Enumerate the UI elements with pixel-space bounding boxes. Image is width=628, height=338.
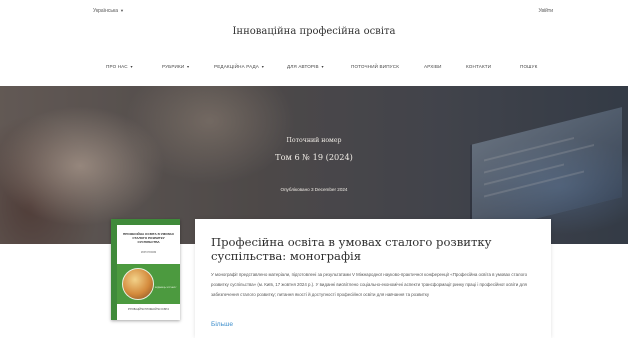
cover-subtitle: МОНОГРАФІЯ: [140, 252, 157, 254]
published-date: Опубліковано 3 December 2024: [280, 187, 348, 192]
main-navigation: ПРО НАС ▼ РУБРИКИ ▼ РЕДАКЦІЙНА РАДА ▼ ДЛЯ А…: [0, 64, 628, 74]
site-title[interactable]: Інноваційна професійна освіта: [0, 26, 628, 37]
cover-title: ПРОФЕСІЙНА ОСВІТА В УМОВАХ СТАЛОГО РОЗВИ…: [123, 232, 174, 244]
chevron-down-icon: ▼: [186, 65, 191, 69]
nav-item-label: ПОШУК: [520, 64, 538, 69]
article-title[interactable]: Професійна освіта в умовах сталого розви…: [211, 235, 531, 264]
read-more-link[interactable]: Більше: [211, 321, 233, 328]
cover-top-band: [111, 219, 180, 225]
chevron-down-icon: ▼: [261, 65, 265, 69]
nav-item-label: КОНТАКТИ: [466, 64, 492, 69]
login-link[interactable]: Увійти: [538, 8, 553, 14]
nav-item-for-authors[interactable]: ДЛЯ АВТОРІВ ▼: [287, 64, 325, 69]
nav-item-label: ДЛЯ АВТОРІВ: [287, 64, 319, 69]
site-header: Українська ▼ Увійти Інноваційна професійн…: [0, 0, 628, 86]
nav-item-label: РЕДАКЦІЙНА РАДА: [214, 64, 260, 69]
issue-cover-image[interactable]: ПРОФЕСІЙНА ОСВІТА В УМОВАХ СТАЛОГО РОЗВИ…: [111, 219, 180, 320]
nav-item-contacts[interactable]: КОНТАКТИ: [466, 64, 491, 69]
language-label: Українська: [93, 8, 119, 14]
current-issue-title[interactable]: Том 6 № 19 (2024): [0, 152, 628, 162]
chevron-down-icon: ▼: [129, 65, 134, 69]
nav-item-current-issue[interactable]: ПОТОЧНИЙ ВИПУСК: [351, 64, 399, 69]
nav-item-label: АРХІВИ: [424, 64, 442, 69]
current-issue-label: Поточний номер: [286, 137, 342, 144]
chevron-down-icon: ▼: [120, 8, 125, 13]
description-fade: [211, 299, 541, 312]
nav-item-sections[interactable]: РУБРИКИ ▼: [162, 64, 190, 69]
nav-item-label: ПРО НАС: [106, 64, 128, 69]
nav-item-label: ПОТОЧНИЙ ВИПУСК: [351, 64, 400, 69]
cover-publisher: ВИДАВЕЦЬ ЖУРНАЛУ: [155, 287, 177, 289]
nav-item-editorial-board[interactable]: РЕДАКЦІЙНА РАДА ▼: [214, 64, 265, 69]
nav-item-about[interactable]: ПРО НАС ▼: [106, 64, 133, 69]
nav-item-label: РУБРИКИ: [162, 64, 185, 69]
chevron-down-icon: ▼: [320, 65, 325, 69]
language-selector[interactable]: Українська ▼: [93, 8, 124, 14]
nav-item-archive[interactable]: АРХІВИ: [424, 64, 442, 69]
nav-item-search[interactable]: ПОШУК: [520, 64, 537, 69]
cover-bottom-text: ІННОВАЦІЙНА ПРОФЕСІЙНА ОСВІТА: [128, 309, 169, 311]
article-card: Професійна освіта в умовах сталого розви…: [195, 219, 551, 338]
cover-globe-illustration: [122, 268, 154, 300]
